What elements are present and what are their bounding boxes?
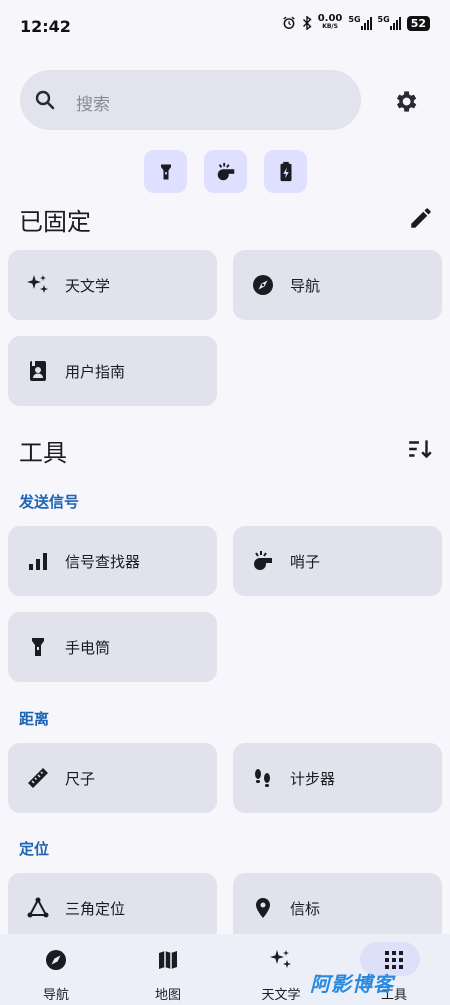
tool-card-beacon[interactable]: 信标 [233,873,442,943]
nav-label: 地图 [154,988,181,1003]
user-guide-icon [30,361,46,381]
pinned-card-astronomy[interactable]: 天文学 [8,250,217,320]
gear-icon[interactable] [392,88,419,115]
tool-card-pedometer[interactable]: 计步器 [233,743,442,813]
compass-icon [253,275,273,295]
tool-card-label: 三角定位 [65,900,126,918]
group-title-location: 定位 [19,840,50,858]
battery-indicator: 52 [406,15,430,31]
signal-2: 5G [378,16,401,30]
compass-icon [46,950,66,970]
net-speed-unit: KB/S [322,23,338,30]
signal-1: 5G [348,15,372,30]
tool-card-ruler[interactable]: 尺子 [8,743,217,813]
nav-item-navigation[interactable]: 导航 [0,934,112,1005]
signal-bars-icon [29,553,47,570]
tool-card-label: 计步器 [290,770,336,788]
tool-card-signal-finder[interactable]: 信号查找器 [8,526,217,596]
tool-card-triangulation[interactable]: 三角定位 [8,873,217,943]
triangulation-icon [27,897,49,918]
status-time: 12:42 [20,17,71,36]
net-speed-value: 0.00 [317,13,343,24]
sort-icon[interactable] [407,436,433,462]
tool-card-label: 手电筒 [65,639,111,657]
flashlight-icon [32,638,44,656]
pinned-card-navigation[interactable]: 导航 [233,250,442,320]
quick-whistle-button[interactable] [204,150,247,193]
search-icon [35,90,55,110]
pinned-card-label: 天文学 [65,277,111,295]
tool-card-label: 尺子 [65,770,96,788]
ruler-icon [28,768,48,788]
pinned-card-user-guide[interactable]: 用户指南 [8,336,217,406]
status-bar: 12:42 0.00 KB/S 5G 5G 52 [0,0,450,52]
map-icon [159,951,177,969]
whistle-icon [254,551,272,570]
signal-2-label: 5G [377,15,390,24]
sparkle-icon [27,275,48,293]
tool-card-label: 信号查找器 [65,553,141,571]
quick-battery-button[interactable] [264,150,307,193]
signal-2-bars-icon [389,16,401,30]
footsteps-icon [255,769,270,787]
group-title-distance: 距离 [19,710,50,728]
tools-title: 工具 [19,439,67,467]
alarm-icon [283,16,295,29]
battery-bolt-icon [280,161,291,181]
tool-card-label: 哨子 [290,553,321,571]
signal-1-bars-icon [360,16,372,30]
watermark-text: 阿影博客 [310,972,394,996]
flashlight-icon [160,164,171,179]
location-pin-icon [256,898,270,918]
group-title-signaling: 发送信号 [19,493,80,511]
nav-item-map[interactable]: 地图 [112,934,224,1005]
search-placeholder[interactable]: 搜索 [76,90,110,115]
bluetooth-icon [302,16,312,30]
tool-card-label: 信标 [290,900,321,918]
tool-card-flashlight[interactable]: 手电筒 [8,612,217,682]
sparkle-icon [270,950,291,968]
tool-card-whistle[interactable]: 哨子 [233,526,442,596]
status-icons: 0.00 KB/S 5G 5G 52 [282,13,430,31]
edit-pencil-icon[interactable] [408,205,434,231]
pinned-card-label: 用户指南 [65,363,126,381]
pinned-card-label: 导航 [290,277,321,295]
whistle-icon [217,162,234,180]
quick-flashlight-button[interactable] [144,150,187,193]
nav-label: 导航 [42,988,69,1003]
pinned-title: 已固定 [19,208,91,236]
net-speed: 0.00 KB/S [317,13,343,31]
search-bar[interactable] [20,70,361,130]
signal-1-label: 5G [348,15,361,24]
